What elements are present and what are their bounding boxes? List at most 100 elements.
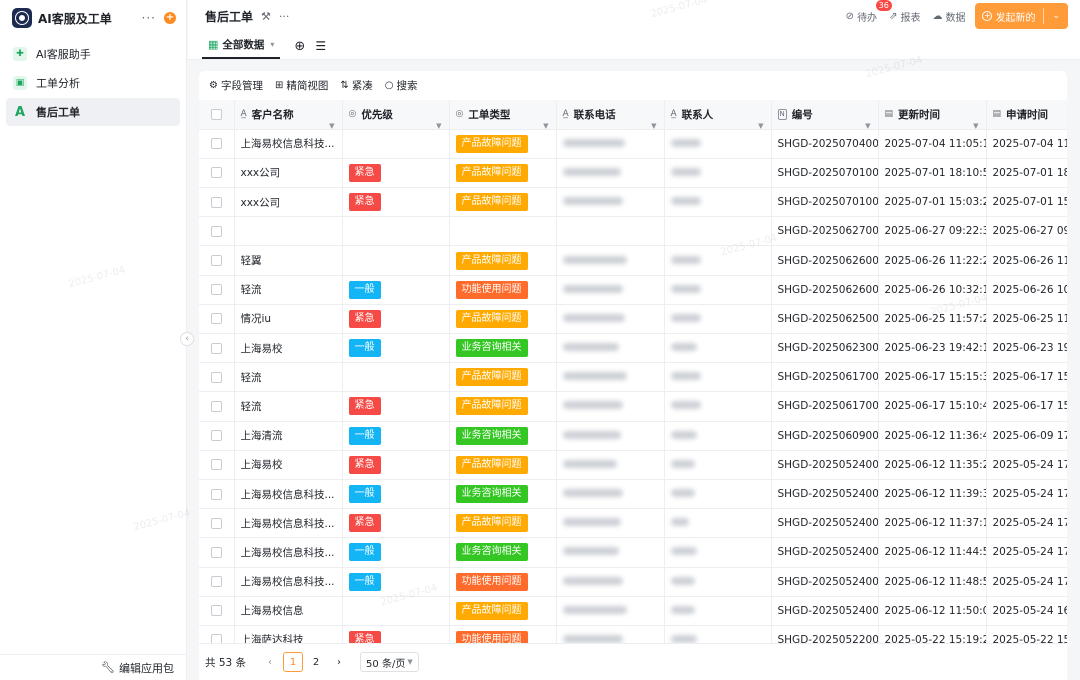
cell-phone[interactable] bbox=[556, 479, 665, 510]
cell-phone[interactable] bbox=[556, 275, 665, 305]
cell-applied[interactable]: 2025-06-27 09:2 bbox=[986, 216, 1067, 247]
cell-priority[interactable] bbox=[342, 216, 450, 247]
row-checkbox[interactable] bbox=[199, 158, 235, 189]
table-row[interactable]: 上海易校 一般 业务咨询相关 SHGD-2025062300... 2025-06-23… bbox=[199, 333, 1067, 364]
table-row[interactable]: 上海易校 紧急 产品故障问题 SHGD-2025052400... 2025-06-12… bbox=[199, 450, 1067, 480]
cell-code[interactable]: SHGD-2025062700... bbox=[771, 216, 879, 247]
table-row[interactable]: 上海易校信息科技... 一般 业务咨询相关 SHGD-2025052400... 202… bbox=[199, 479, 1067, 510]
cell-phone[interactable] bbox=[556, 567, 665, 597]
cell-code[interactable]: SHGD-2025061700... bbox=[771, 362, 879, 393]
cell-type[interactable]: 产品故障问题 bbox=[449, 596, 557, 626]
cell-contact[interactable] bbox=[664, 421, 772, 451]
cell-type[interactable]: 业务咨询相关 bbox=[449, 333, 557, 364]
sidebar-item-ticket-analysis[interactable]: ▣ 工单分析 bbox=[6, 69, 180, 97]
cell-updated[interactable]: 2025-05-22 15:19:20 bbox=[878, 625, 987, 643]
caret-down-icon[interactable]: ▼ bbox=[543, 122, 548, 128]
row-checkbox[interactable] bbox=[199, 567, 235, 597]
cell-customer[interactable]: 上海易校信息科技... bbox=[234, 129, 343, 159]
cell-updated[interactable]: 2025-06-12 11:35:28 bbox=[878, 450, 987, 480]
cell-priority[interactable]: 一般 bbox=[342, 275, 450, 305]
cell-phone[interactable] bbox=[556, 216, 665, 247]
cell-code[interactable]: SHGD-2025052400... bbox=[771, 537, 879, 568]
cell-phone[interactable] bbox=[556, 362, 665, 393]
cell-type[interactable]: 产品故障问题 bbox=[449, 391, 557, 422]
table-row[interactable]: xxx公司 紧急 产品故障问题 SHGD-2025070100... 2025-07-0… bbox=[199, 187, 1067, 218]
prev-page-icon[interactable]: ‹ bbox=[260, 652, 280, 672]
table-scroll[interactable]: A̲ 客户名称 ▼ ◎ 优先级 ▼ ◎ 工单类型 ▼ A̲ 联系电话 ▼ A̲ 联系人 ▼ N 编号 ▼… bbox=[199, 100, 1067, 643]
compact-button[interactable]: ⇅ 紧凑 bbox=[340, 78, 372, 93]
row-checkbox[interactable] bbox=[199, 625, 235, 643]
cell-phone[interactable] bbox=[556, 333, 665, 364]
cell-applied[interactable]: 2025-06-17 15:1 bbox=[986, 362, 1067, 393]
cell-type[interactable]: 产品故障问题 bbox=[449, 129, 557, 159]
cell-code[interactable]: SHGD-2025070400... bbox=[771, 129, 879, 159]
cell-contact[interactable] bbox=[664, 362, 772, 393]
new-ticket-button[interactable]: + 发起新的 ⌄ bbox=[975, 3, 1068, 29]
cell-updated[interactable]: 2025-06-23 19:42:12 bbox=[878, 333, 987, 364]
data-button[interactable]: ☁ 数据 bbox=[932, 9, 965, 24]
caret-down-icon[interactable]: ▼ bbox=[651, 122, 656, 128]
cell-phone[interactable] bbox=[556, 625, 665, 643]
cell-customer[interactable]: 上海易校信息科技... bbox=[234, 567, 343, 597]
cell-code[interactable]: SHGD-2025062600... bbox=[771, 275, 879, 305]
cell-applied[interactable]: 2025-06-17 15:1 bbox=[986, 391, 1067, 422]
cell-type[interactable] bbox=[449, 216, 557, 247]
row-checkbox[interactable] bbox=[199, 596, 235, 626]
cell-type[interactable]: 产品故障问题 bbox=[449, 508, 557, 539]
cell-customer[interactable]: 轻流 bbox=[234, 391, 343, 422]
cell-priority[interactable]: 一般 bbox=[342, 537, 450, 568]
cell-applied[interactable]: 2025-06-23 19:4 bbox=[986, 333, 1067, 364]
table-row[interactable]: 上海易校信息 产品故障问题 SHGD-2025052400... 2025-06-12… bbox=[199, 596, 1067, 626]
cell-updated[interactable]: 2025-06-26 10:32:14 bbox=[878, 275, 987, 305]
cell-type[interactable]: 产品故障问题 bbox=[449, 304, 557, 335]
cell-priority[interactable] bbox=[342, 245, 450, 276]
cell-updated[interactable]: 2025-06-12 11:37:14 bbox=[878, 508, 987, 539]
cell-contact[interactable] bbox=[664, 537, 772, 568]
cell-contact[interactable] bbox=[664, 479, 772, 510]
cell-updated[interactable]: 2025-06-17 15:10:47 bbox=[878, 391, 987, 422]
row-checkbox[interactable] bbox=[199, 421, 235, 451]
cell-phone[interactable] bbox=[556, 596, 665, 626]
view-list-icon[interactable]: ☰ bbox=[315, 33, 326, 59]
cell-applied[interactable]: 2025-07-01 15:0 bbox=[986, 187, 1067, 218]
cell-customer[interactable]: 轻流 bbox=[234, 275, 343, 305]
cell-applied[interactable]: 2025-05-22 15:1 bbox=[986, 625, 1067, 643]
table-row[interactable]: 上海易校信息科技... 产品故障问题 SHGD-2025070400... 2025-… bbox=[199, 129, 1067, 159]
cell-phone[interactable] bbox=[556, 391, 665, 422]
caret-down-icon[interactable]: ▼ bbox=[329, 122, 334, 128]
cell-phone[interactable] bbox=[556, 537, 665, 568]
collapse-sidebar-icon[interactable]: ‹ bbox=[180, 332, 194, 346]
cell-priority[interactable]: 紧急 bbox=[342, 391, 450, 422]
cell-customer[interactable]: 上海易校 bbox=[234, 450, 343, 480]
select-all-checkbox[interactable] bbox=[199, 100, 235, 130]
cell-contact[interactable] bbox=[664, 275, 772, 305]
table-row[interactable]: 上海易校信息科技... 紧急 产品故障问题 SHGD-2025052400... 202… bbox=[199, 508, 1067, 539]
cell-type[interactable]: 功能使用问题 bbox=[449, 567, 557, 597]
caret-down-icon[interactable]: ▼ bbox=[865, 122, 870, 128]
cell-updated[interactable]: 2025-06-12 11:39:31 bbox=[878, 479, 987, 510]
cell-applied[interactable]: 2025-05-24 17:1 bbox=[986, 537, 1067, 568]
cell-applied[interactable]: 2025-07-01 18:1 bbox=[986, 158, 1067, 189]
row-checkbox[interactable] bbox=[199, 391, 235, 422]
cell-contact[interactable] bbox=[664, 304, 772, 335]
report-button[interactable]: ⇗ 报表 bbox=[889, 9, 920, 24]
cell-code[interactable]: SHGD-2025070100... bbox=[771, 187, 879, 218]
cell-phone[interactable] bbox=[556, 421, 665, 451]
cell-updated[interactable]: 2025-07-01 18:10:56 bbox=[878, 158, 987, 189]
search-button[interactable]: ○ 搜索 bbox=[385, 78, 418, 93]
cell-priority[interactable]: 一般 bbox=[342, 567, 450, 597]
sidebar-item-ai-assistant[interactable]: ✚ AI客服助手 bbox=[6, 40, 180, 68]
cell-applied[interactable]: 2025-07-04 11:0 bbox=[986, 129, 1067, 159]
column-header-priority[interactable]: ◎ 优先级 ▼ bbox=[342, 100, 450, 130]
cell-priority[interactable]: 紧急 bbox=[342, 187, 450, 218]
cell-updated[interactable]: 2025-06-12 11:48:54 bbox=[878, 567, 987, 597]
cell-customer[interactable]: 轻流 bbox=[234, 362, 343, 393]
cell-updated[interactable]: 2025-06-17 15:15:36 bbox=[878, 362, 987, 393]
cell-contact[interactable] bbox=[664, 596, 772, 626]
cell-code[interactable]: SHGD-2025052400... bbox=[771, 596, 879, 626]
cell-updated[interactable]: 2025-06-12 11:44:54 bbox=[878, 537, 987, 568]
table-row[interactable]: 轻流 产品故障问题 SHGD-2025061700... 2025-06-17 15:… bbox=[199, 362, 1067, 393]
cell-code[interactable]: SHGD-2025052400... bbox=[771, 508, 879, 539]
column-header-applied[interactable]: ▤ 申请时间 bbox=[986, 100, 1067, 130]
cell-priority[interactable]: 一般 bbox=[342, 421, 450, 451]
